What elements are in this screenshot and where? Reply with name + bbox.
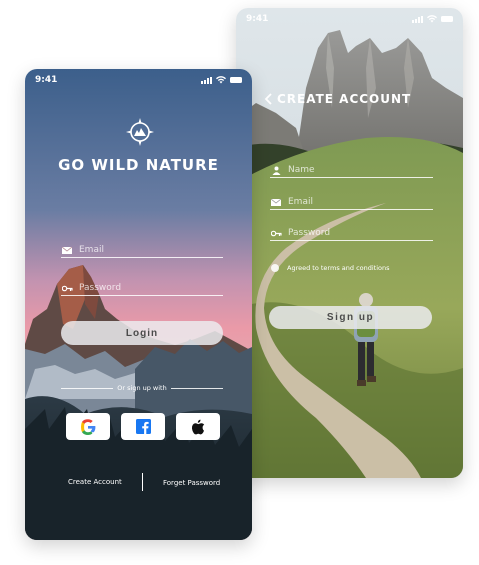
key-icon bbox=[61, 285, 73, 292]
footer-divider bbox=[142, 473, 143, 491]
status-icons bbox=[201, 76, 242, 84]
name-placeholder: Name bbox=[288, 165, 315, 175]
battery-icon bbox=[441, 16, 453, 22]
signal-icon bbox=[412, 15, 423, 23]
app-title: GO WILD NATURE bbox=[58, 156, 219, 174]
status-time: 9:41 bbox=[246, 14, 269, 24]
password-placeholder: Password bbox=[288, 228, 331, 238]
divider-line-right bbox=[170, 387, 223, 389]
back-chevron-icon[interactable] bbox=[264, 93, 273, 105]
signup-screen: 9:41 CREATE ACCOUNT Name Email Password … bbox=[236, 8, 463, 478]
user-icon bbox=[270, 166, 282, 175]
email-placeholder: Email bbox=[288, 197, 313, 207]
wifi-icon bbox=[427, 15, 437, 23]
wifi-icon bbox=[216, 76, 226, 84]
facebook-icon bbox=[135, 419, 151, 434]
compass-logo-icon bbox=[126, 118, 154, 146]
password-placeholder: Password bbox=[79, 283, 122, 293]
status-bar: 9:41 bbox=[25, 69, 252, 91]
status-time: 9:41 bbox=[35, 75, 58, 85]
mail-icon bbox=[270, 198, 282, 206]
password-field[interactable]: Password bbox=[61, 283, 223, 296]
header: CREATE ACCOUNT bbox=[264, 92, 411, 106]
divider-text: Or sign up with bbox=[117, 384, 167, 392]
facebook-button[interactable] bbox=[121, 413, 165, 440]
key-icon bbox=[270, 230, 282, 237]
login-button[interactable]: Login bbox=[61, 321, 223, 345]
social-divider: Or sign up with bbox=[61, 384, 223, 392]
login-screen: 9:41 GO WILD NATURE Email Password Login… bbox=[25, 69, 252, 540]
email-field[interactable]: Email bbox=[61, 245, 223, 258]
mountain-trail-background bbox=[236, 8, 463, 478]
mail-icon bbox=[61, 246, 73, 254]
status-bar: 9:41 bbox=[236, 8, 463, 30]
sign-up-button[interactable]: Sign up bbox=[269, 306, 432, 329]
forget-password-link[interactable]: Forget Password bbox=[163, 479, 220, 487]
divider-line-left bbox=[61, 387, 114, 389]
terms-label: Agreed to terms and conditions bbox=[287, 264, 390, 272]
terms-checkbox[interactable] bbox=[271, 264, 279, 272]
battery-icon bbox=[230, 77, 242, 83]
page-title: CREATE ACCOUNT bbox=[277, 92, 412, 106]
password-field[interactable]: Password bbox=[270, 228, 433, 241]
status-icons bbox=[412, 15, 453, 23]
signal-icon bbox=[201, 76, 212, 84]
name-field[interactable]: Name bbox=[270, 165, 433, 178]
create-account-link[interactable]: Create Account bbox=[68, 478, 122, 486]
terms-row[interactable]: Agreed to terms and conditions bbox=[271, 264, 390, 272]
apple-button[interactable] bbox=[176, 413, 220, 440]
apple-icon bbox=[191, 419, 205, 434]
email-field[interactable]: Email bbox=[270, 197, 433, 210]
email-placeholder: Email bbox=[79, 245, 104, 255]
google-icon bbox=[81, 418, 96, 435]
google-button[interactable] bbox=[66, 413, 110, 440]
